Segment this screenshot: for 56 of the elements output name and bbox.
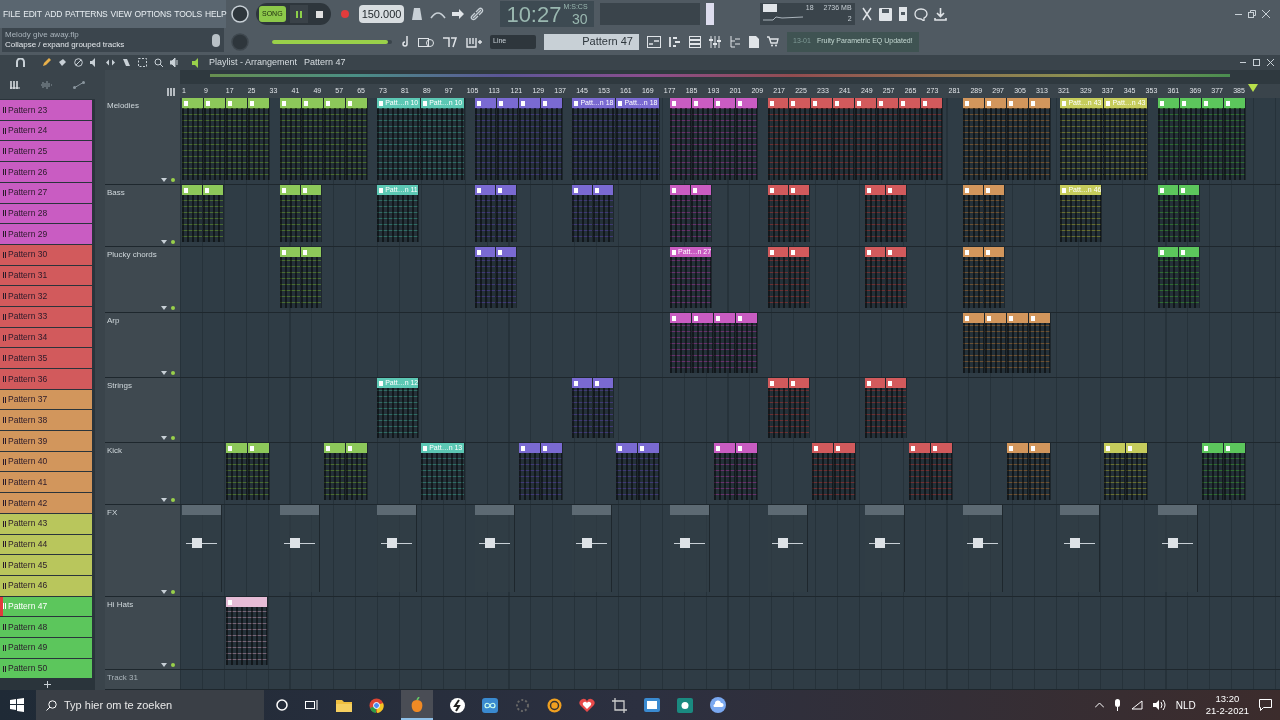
tempo-display[interactable]: 150.000 [358, 5, 405, 23]
song-time: 10:27 [506, 3, 562, 27]
pattern-item[interactable]: Pattern 26 [0, 162, 92, 182]
pattern-item[interactable]: Pattern 28 [0, 203, 92, 224]
pattern-item[interactable]: Pattern 34 [0, 327, 92, 348]
pattern-item[interactable]: Pattern 39 [0, 431, 92, 451]
menu-item[interactable]: VIEW [110, 7, 132, 21]
pattern-item[interactable]: Pattern 23 [0, 100, 92, 120]
menu-item[interactable]: HELP [205, 7, 227, 21]
pattern-item[interactable]: Pattern 48 [0, 617, 92, 637]
pattern-item[interactable]: Pattern 50 [0, 658, 92, 679]
pattern-selector[interactable]: Pattern 47 [544, 33, 639, 50]
pattern-item[interactable]: Pattern 35 [0, 348, 92, 369]
pattern-item[interactable]: Pattern 37 [0, 389, 92, 410]
pattern-item[interactable]: Pattern 27 [0, 182, 92, 203]
menu-item[interactable]: TOOLS [174, 7, 203, 21]
pattern-item[interactable]: Pattern 46 [0, 575, 92, 596]
track-name[interactable]: Bass [107, 187, 178, 199]
track-name[interactable]: Melodies [107, 100, 178, 112]
menu-item[interactable]: EDIT [23, 7, 42, 21]
pattern-item[interactable]: Pattern 33 [0, 307, 92, 327]
pattern-item[interactable]: Pattern 24 [0, 120, 92, 141]
clock-date: 21-2-2021 [1205, 705, 1249, 717]
track-name[interactable]: Hi Hats [107, 599, 178, 611]
hint-text: Collapse / expand grouped tracks [5, 40, 126, 50]
pattern-item[interactable]: Pattern 31 [0, 265, 92, 286]
clock-time: 13:20 [1215, 693, 1240, 705]
pattern-item[interactable]: Pattern 49 [0, 638, 92, 658]
time-centiseconds: 30 [572, 11, 588, 27]
pattern-item[interactable]: Pattern 36 [0, 369, 92, 389]
language-indicator[interactable]: NLD [1175, 697, 1196, 713]
menu-item[interactable]: ADD [44, 7, 63, 21]
menu-item[interactable]: OPTIONS [134, 7, 172, 21]
track-name[interactable]: Arp [107, 315, 178, 327]
pattern-item[interactable]: Pattern 42 [0, 493, 92, 513]
track-name[interactable]: FX [107, 507, 178, 519]
pattern-item[interactable]: Pattern 43 [0, 513, 92, 534]
track-name[interactable]: Kick [107, 445, 178, 457]
pattern-item[interactable]: Pattern 30 [0, 244, 92, 265]
menu-item[interactable]: PATTERNS [65, 7, 108, 21]
clock[interactable]: 13:20 21-2-2021 [1205, 693, 1249, 717]
pattern-item[interactable]: Pattern 25 [0, 141, 92, 162]
track-name[interactable]: Strings [107, 380, 178, 392]
pattern-item[interactable]: Pattern 44 [0, 534, 92, 555]
track-name[interactable]: Plucky chords [107, 249, 178, 261]
pattern-item[interactable]: Pattern 40 [0, 451, 92, 472]
pattern-item[interactable]: Pattern 32 [0, 286, 92, 306]
pattern-item[interactable]: Pattern 38 [0, 410, 92, 431]
search-field[interactable]: Typ hier om te zoeken [36, 690, 264, 720]
pattern-item[interactable]: Pattern 45 [0, 555, 92, 575]
project-file-name: Melody give away.flp [5, 30, 80, 40]
pattern-item[interactable]: Pattern 29 [0, 224, 92, 244]
playlist-title: Playlist - Arrangement [209, 55, 298, 69]
pattern-item[interactable]: Pattern 41 [0, 472, 92, 493]
playlist-pattern[interactable]: Pattern 47 [304, 55, 346, 70]
menu-item[interactable]: FILE [3, 7, 21, 21]
